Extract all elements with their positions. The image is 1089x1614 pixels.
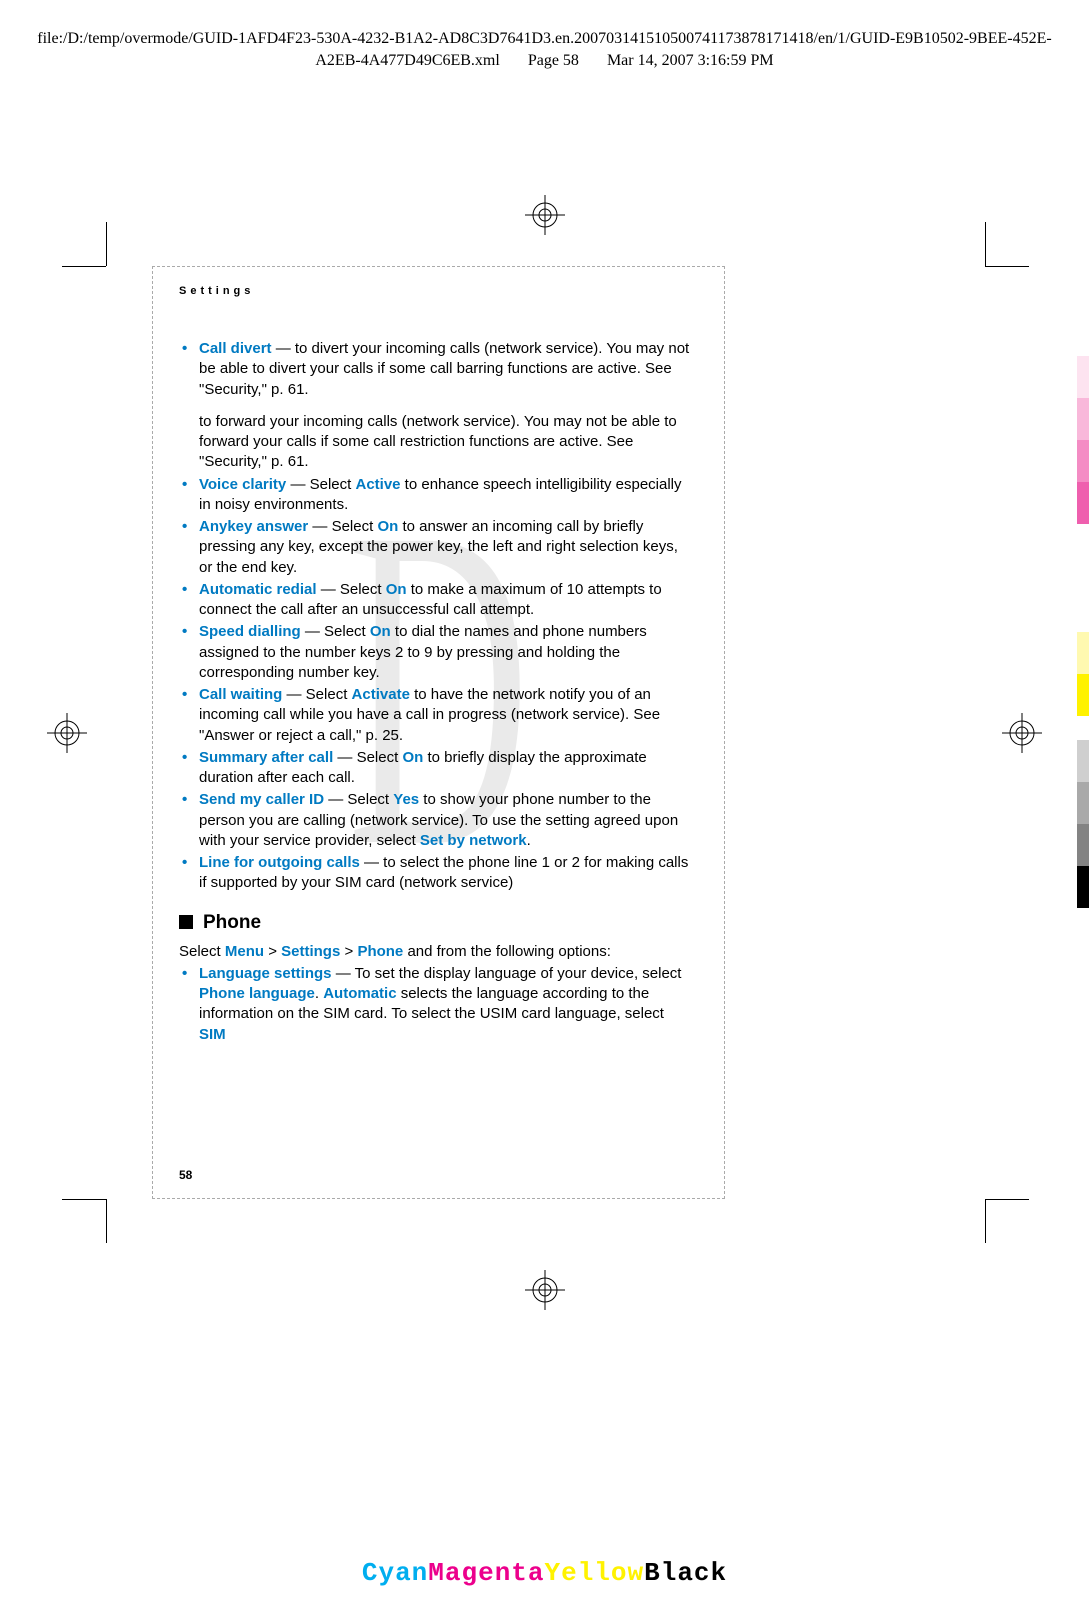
list-item: Summary after call — Select On to briefl… bbox=[179, 748, 694, 789]
list-item: Voice clarity — Select Active to enhance… bbox=[179, 475, 694, 516]
list-item: Line for outgoing calls — to select the … bbox=[179, 853, 694, 894]
list-item: Anykey answer — Select On to answer an i… bbox=[179, 517, 694, 578]
header-page: Page 58 bbox=[528, 52, 579, 69]
crop-mark-icon bbox=[62, 266, 106, 267]
registration-mark-icon bbox=[525, 1270, 565, 1310]
header-file: A2EB-4A477D49C6EB.xml bbox=[315, 52, 499, 69]
list-item: Speed dialling — Select On to dial the n… bbox=[179, 622, 694, 683]
crop-mark-icon bbox=[985, 1199, 1029, 1200]
crop-mark-icon bbox=[106, 222, 107, 266]
crop-mark-icon bbox=[985, 222, 986, 266]
running-head: Settings bbox=[179, 285, 694, 297]
registration-mark-icon bbox=[47, 713, 87, 753]
phone-heading: Phone bbox=[179, 912, 694, 934]
crop-mark-icon bbox=[985, 1199, 986, 1243]
list-item: Automatic redial — Select On to make a m… bbox=[179, 580, 694, 621]
square-bullet-icon bbox=[179, 915, 193, 929]
cmyk-label: CyanMagentaYellowBlack bbox=[0, 1558, 1089, 1588]
page-content: D Settings Call divert — to divert your … bbox=[152, 266, 725, 1199]
header-path: file:/D:/temp/overmode/GUID-1AFD4F23-530… bbox=[37, 30, 1051, 47]
list-item: Send my caller ID — Select Yes to show y… bbox=[179, 790, 694, 851]
page-number: 58 bbox=[179, 1168, 192, 1182]
list-item: Language settings — To set the display l… bbox=[179, 964, 694, 1045]
list-item: Call divert — to divert your incoming ca… bbox=[179, 339, 694, 400]
color-swatch-bar bbox=[1077, 356, 1089, 908]
registration-mark-icon bbox=[525, 195, 565, 235]
list-paragraph: to forward your incoming calls (network … bbox=[199, 412, 694, 473]
phone-list: Language settings — To set the display l… bbox=[179, 964, 694, 1045]
prepress-header: file:/D:/temp/overmode/GUID-1AFD4F23-530… bbox=[0, 28, 1089, 71]
settings-list: Call divert — to divert your incoming ca… bbox=[179, 339, 694, 894]
registration-mark-icon bbox=[1002, 713, 1042, 753]
crop-mark-icon bbox=[985, 266, 1029, 267]
list-item: Call waiting — Select Activate to have t… bbox=[179, 685, 694, 746]
crop-mark-icon bbox=[62, 1199, 106, 1200]
phone-intro: Select Menu > Settings > Phone and from … bbox=[179, 942, 694, 962]
header-date: Mar 14, 2007 3:16:59 PM bbox=[607, 52, 774, 69]
crop-mark-icon bbox=[106, 1199, 107, 1243]
